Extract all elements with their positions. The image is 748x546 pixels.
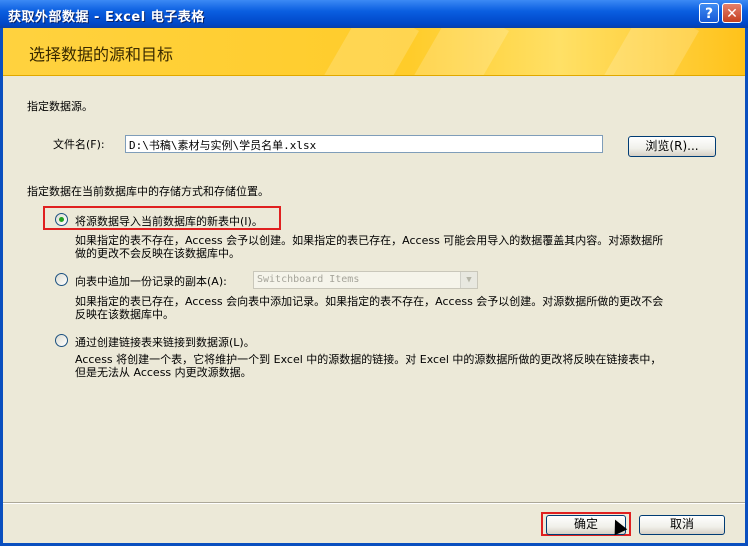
import-dialog: 获取外部数据 - Excel 电子表格 ? ✕ 选择数据的源和目标 指定数据源。…	[0, 0, 748, 546]
append-table-select[interactable]: Switchboard Items ▼	[253, 271, 478, 289]
banner-decoration	[307, 28, 419, 75]
import-radio[interactable]	[55, 213, 68, 226]
cancel-button[interactable]: 取消	[639, 515, 725, 535]
append-option-desc: 反映在该数据库中。	[75, 308, 174, 321]
window-title: 获取外部数据 - Excel 电子表格	[8, 10, 205, 25]
append-option-label[interactable]: 向表中追加一份记录的副本(A):	[75, 273, 227, 289]
file-name-input[interactable]: D:\书稿\素材与实例\学员名单.xlsx	[125, 135, 603, 153]
append-table-value: Switchboard Items	[257, 274, 360, 285]
storage-label: 指定数据在当前数据库中的存储方式和存储位置。	[27, 185, 269, 198]
banner-heading: 选择数据的源和目标	[29, 45, 174, 64]
help-button[interactable]: ?	[699, 3, 719, 23]
close-button[interactable]: ✕	[722, 3, 742, 23]
import-option-label[interactable]: 将源数据导入当前数据库的新表中(I)。	[75, 213, 263, 229]
chevron-down-icon[interactable]: ▼	[460, 272, 477, 288]
source-label: 指定数据源。	[27, 100, 93, 113]
import-option-desc: 做的更改不会反映在该数据库中。	[75, 247, 240, 260]
append-radio[interactable]	[55, 273, 68, 286]
link-option-desc: 但是无法从 Access 内更改源数据。	[75, 366, 252, 379]
close-icon: ✕	[726, 6, 738, 22]
radio-selected-dot	[59, 217, 64, 222]
help-icon: ?	[704, 6, 714, 22]
header-banner: 选择数据的源和目标	[3, 28, 745, 76]
footer-divider	[3, 502, 745, 504]
link-radio[interactable]	[55, 334, 68, 347]
banner-decoration	[587, 28, 699, 75]
browse-button[interactable]: 浏览(R)...	[628, 136, 716, 157]
file-name-label: 文件名(F):	[53, 138, 105, 151]
link-option-label[interactable]: 通过创建链接表来链接到数据源(L)。	[75, 334, 255, 350]
title-bar[interactable]: 获取外部数据 - Excel 电子表格 ? ✕	[0, 0, 748, 28]
